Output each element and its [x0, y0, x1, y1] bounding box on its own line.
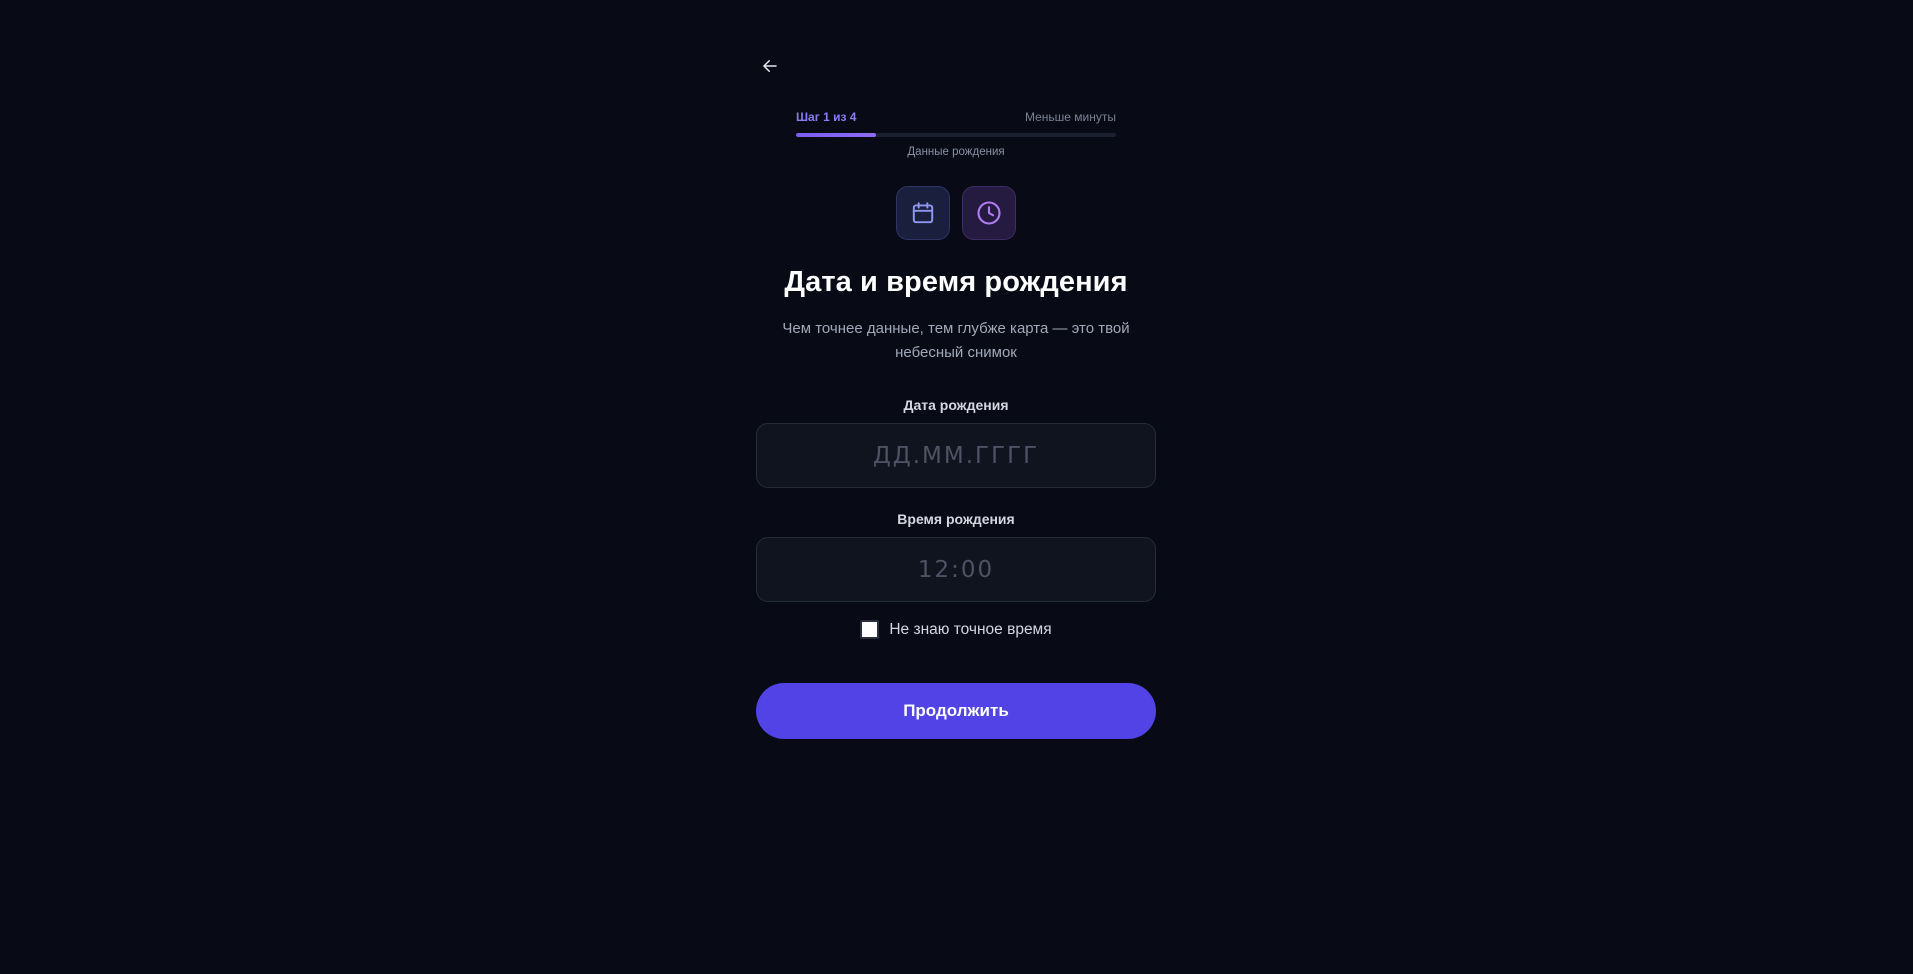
clock-icon [977, 201, 1001, 225]
progress-bar [796, 133, 1116, 137]
step-name: Данные рождения [907, 146, 1005, 158]
continue-button[interactable]: Продолжить [756, 683, 1156, 739]
page: Шаг 1 из 4 Меньше минуты Данные рождения [0, 0, 1913, 974]
birth-date-label: Дата рождения [903, 397, 1009, 413]
page-subtitle: Чем точнее данные, тем глубже карта — эт… [782, 320, 1130, 361]
arrow-left-icon [763, 60, 777, 72]
birth-date-field[interactable] [756, 423, 1156, 488]
progress-header: Шаг 1 из 4 Меньше минуты [796, 109, 1116, 125]
back-button[interactable] [756, 52, 784, 80]
step-counter: Шаг 1 из 4 [796, 110, 857, 124]
calendar-tile [896, 186, 950, 240]
birth-time-input[interactable] [757, 537, 1155, 602]
unknown-time-row[interactable]: Не знаю точное время [756, 620, 1156, 639]
unknown-time-checkbox[interactable] [860, 620, 880, 639]
page-title: Дата и время рождения [784, 266, 1128, 298]
continue-button-label: Продолжить [903, 701, 1009, 720]
birth-time-label: Время рождения [897, 511, 1015, 527]
step-icons [756, 186, 1156, 240]
birth-time-field[interactable] [756, 537, 1156, 602]
time-estimate: Меньше минуты [1024, 110, 1116, 124]
unknown-time-label: Не знаю точное время [889, 620, 1052, 638]
clock-tile [962, 186, 1016, 240]
progress-bar-fill [796, 133, 876, 137]
progress-section: Шаг 1 из 4 Меньше минуты Данные рождения [796, 109, 1116, 158]
birth-date-input[interactable] [757, 423, 1155, 488]
calendar-icon [912, 202, 934, 224]
